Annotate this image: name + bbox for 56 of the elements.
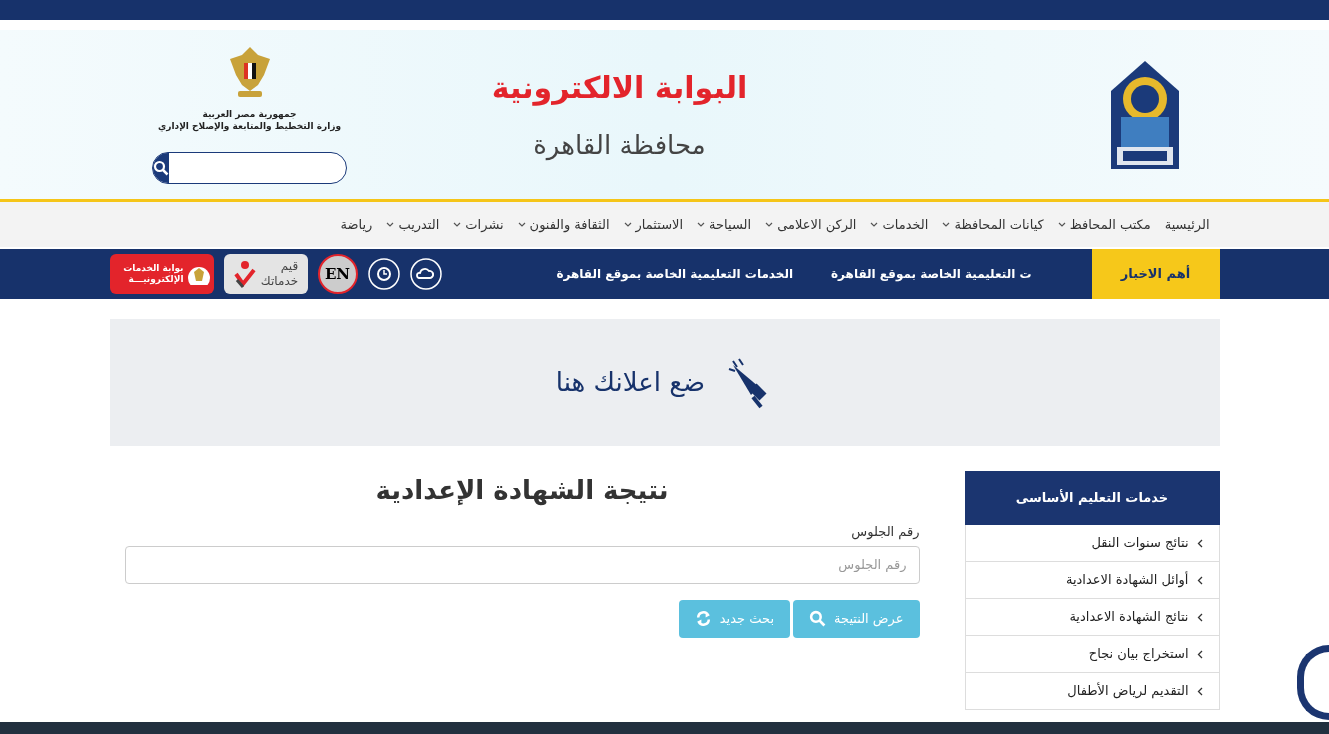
search-icon[interactable] [153, 152, 169, 183]
emblem-caption: وزارة التخطيط والمتابعة والإصلاح الإداري [158, 120, 341, 132]
page-title: نتيجة الشهادة الإعدادية [374, 474, 670, 508]
news-label: أهم الاخبار [1091, 249, 1220, 299]
field-label: رقم الجلوس [850, 523, 920, 542]
chevron-icon [1196, 649, 1203, 659]
caret-icon [623, 221, 632, 228]
caret-icon [697, 221, 706, 228]
nav-link[interactable]: نشرات [453, 214, 504, 235]
portal-title: البوابة الالكترونية [491, 68, 748, 108]
nav-link[interactable]: الركن الاعلامى [765, 214, 857, 235]
badge-text: بوابة الخدمات [123, 262, 184, 274]
clock-icon[interactable] [367, 258, 400, 290]
nav-link[interactable]: مكتب المحافظ [1057, 214, 1151, 235]
eservices-badge[interactable]: بوابة الخدمات الإلكترونيـــة [109, 254, 214, 294]
caret-icon [1057, 221, 1066, 228]
governorate-name: محافظة القاهرة [533, 128, 706, 163]
checkmark-person-icon [232, 260, 257, 288]
nav-link[interactable]: رياضة [340, 214, 373, 235]
chevron-icon [1196, 686, 1203, 696]
refresh-icon [694, 610, 712, 627]
nav-link[interactable]: الخدمات [870, 214, 929, 235]
chevron-icon [1196, 575, 1203, 585]
badge-text: الإلكترونيـــة [128, 274, 184, 286]
badge-text: خدماتك [260, 274, 299, 289]
news-headline[interactable]: الخدمات التعليمية الخاصة بموقع القاهرة [556, 265, 793, 283]
chevron-icon [1196, 538, 1203, 548]
rate-services-badge[interactable]: قيم خدماتك [223, 254, 308, 294]
nav-link[interactable]: كيانات المحافظة [942, 214, 1044, 235]
nav-link[interactable]: الثقافة والفنون [517, 214, 610, 235]
nav-link[interactable]: الرئيسية [1164, 214, 1210, 235]
search-field[interactable] [152, 151, 347, 184]
cloud-icon[interactable] [409, 258, 442, 290]
caret-icon [453, 221, 462, 228]
caret-icon [765, 221, 774, 228]
sidebar-link[interactable]: نتائج الشهادة الاعدادية [965, 599, 1219, 636]
caret-icon [386, 221, 395, 228]
seat-number-field[interactable]: رقم الجلوس [124, 545, 920, 584]
sidebar-link[interactable]: استخراج بيان نجاح [965, 636, 1219, 673]
nav-link[interactable]: السياحة [697, 214, 752, 235]
caret-icon [517, 221, 526, 228]
news-headline[interactable]: ت التعليمية الخاصة بموقع القاهرة [831, 265, 1032, 283]
nav-link[interactable]: التدريب [386, 214, 440, 235]
search-icon [809, 610, 826, 627]
sidebar-title: خدمات التعليم الأساسى [964, 471, 1220, 525]
sidebar-link[interactable]: أوائل الشهادة الاعدادية [965, 562, 1219, 599]
caret-icon [870, 221, 879, 228]
ad-text: ضع اعلانك هنا [555, 366, 706, 399]
badge-text: قيم [280, 259, 299, 274]
sidebar-link[interactable]: التقديم لرياض الأطفال [965, 673, 1219, 710]
chevron-icon [1196, 612, 1203, 622]
language-button[interactable]: EN [317, 254, 358, 294]
emblem-caption: جمهورية مصر العربية [202, 109, 297, 121]
sidebar-link[interactable]: نتائج سنوات النقل [965, 525, 1219, 562]
caret-icon [942, 221, 951, 228]
nav-link[interactable]: الاستثمار [623, 214, 684, 235]
